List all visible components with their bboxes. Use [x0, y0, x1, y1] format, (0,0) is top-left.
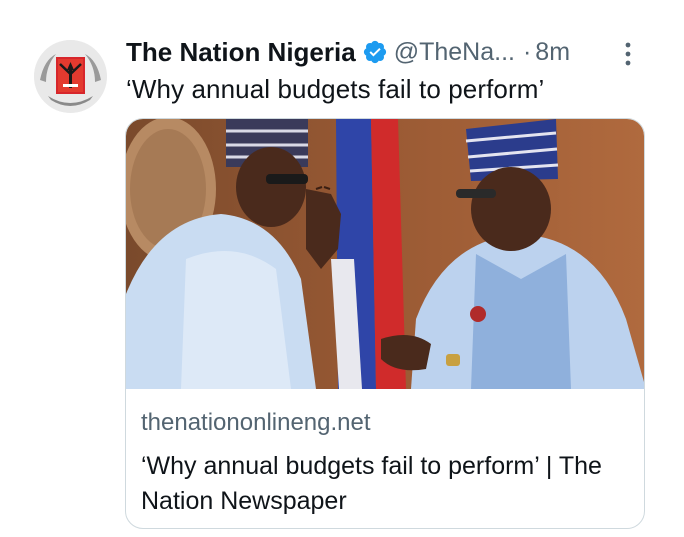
author-avatar[interactable]: [34, 40, 107, 113]
verified-badge-icon[interactable]: [362, 39, 388, 65]
link-card-image[interactable]: [126, 119, 644, 389]
tweet-timestamp[interactable]: 8m: [535, 38, 570, 67]
link-card-title: ‘Why annual budgets fail to perform’ | T…: [141, 452, 602, 515]
tweet[interactable]: The Nation Nigeria @TheNa... · 8m ‘Why a…: [0, 0, 684, 537]
link-preview-card[interactable]: thenationonlineng.net ‘Why annual budget…: [125, 118, 645, 529]
author-handle[interactable]: @TheNa...: [394, 38, 515, 67]
tweet-text: ‘Why annual budgets fail to perform’: [126, 74, 545, 104]
more-vertical-icon[interactable]: [620, 40, 636, 68]
link-card-domain: thenationonlineng.net: [141, 409, 371, 436]
tweet-header: The Nation Nigeria @TheNa... · 8m: [126, 34, 646, 70]
the-nation-logo-icon: [34, 40, 107, 113]
separator-dot: ·: [522, 37, 532, 66]
author-display-name[interactable]: The Nation Nigeria: [126, 37, 356, 68]
